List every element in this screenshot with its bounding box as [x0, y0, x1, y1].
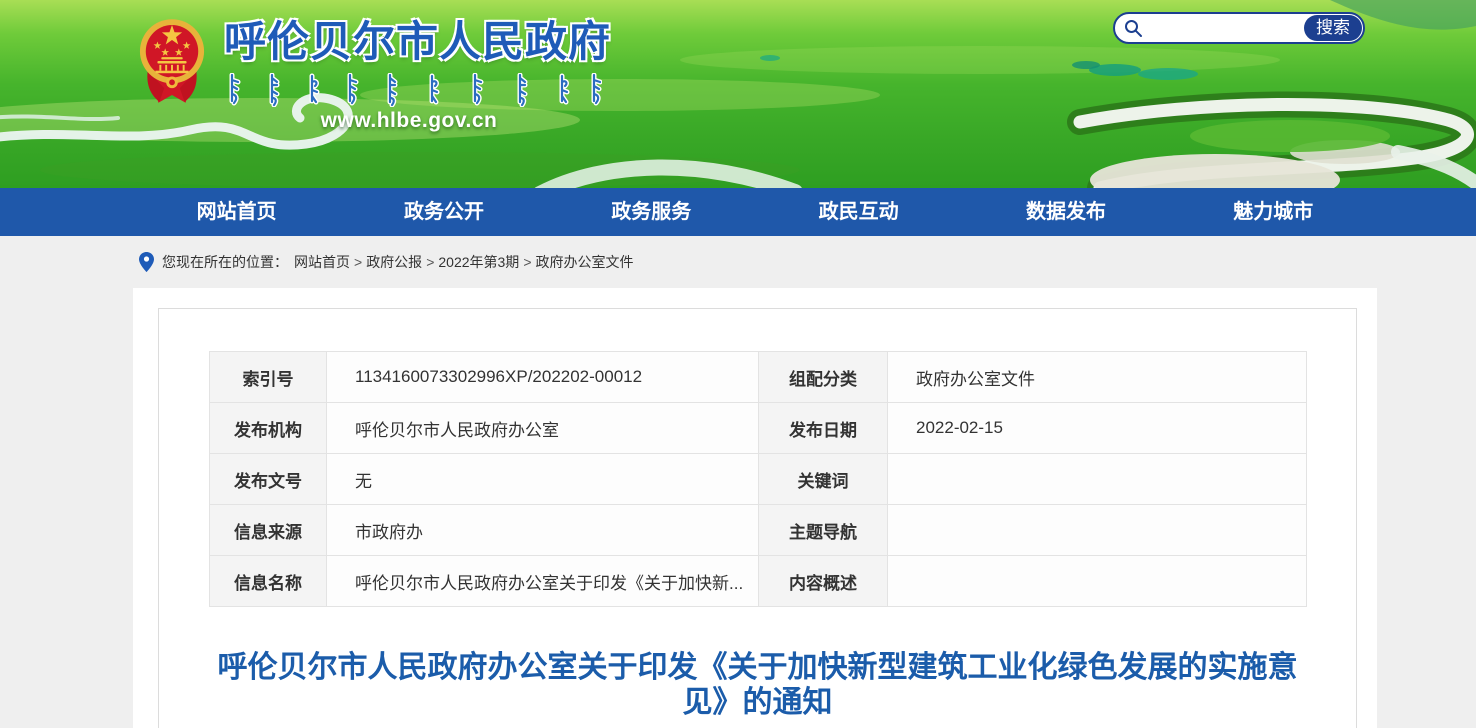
meta-label: 发布文号	[210, 454, 327, 505]
mongolian-script	[226, 73, 602, 107]
site-url: www.hlbe.gov.cn	[224, 109, 594, 133]
meta-table-row: 索引号1134160073302996XP/202202-00012组配分类政府…	[210, 352, 1307, 403]
meta-table-row: 信息名称呼伦贝尔市人民政府办公室关于印发《关于加快新...内容概述	[210, 556, 1307, 607]
nav-item-2[interactable]: 政务公开	[340, 188, 547, 236]
breadcrumb-item-3[interactable]: 2022年第3期	[438, 254, 519, 270]
breadcrumb-prefix: 您现在所在的位置：	[162, 252, 288, 272]
breadcrumb-separator: >	[426, 254, 434, 270]
brand-text: 呼伦贝尔市人民政府	[224, 8, 614, 133]
page: 呼伦贝尔市人民政府	[0, 0, 1476, 728]
breadcrumb: 您现在所在的位置： 网站首页>政府公报>2022年第3期>政府办公室文件	[0, 236, 1476, 288]
content-panel: 索引号1134160073302996XP/202202-00012组配分类政府…	[158, 308, 1357, 728]
breadcrumb-item-2[interactable]: 政府公报	[366, 254, 422, 270]
search-box: 搜索	[1113, 12, 1365, 44]
meta-label: 关键词	[759, 454, 888, 505]
meta-label: 主题导航	[759, 505, 888, 556]
breadcrumb-separator: >	[354, 254, 362, 270]
meta-table-row: 信息来源市政府办主题导航	[210, 505, 1307, 556]
meta-label: 内容概述	[759, 556, 888, 607]
meta-table-row: 发布文号无关键词	[210, 454, 1307, 505]
meta-value: 无	[327, 454, 759, 505]
nav-item-1[interactable]: 网站首页	[133, 188, 340, 236]
meta-value: 呼伦贝尔市人民政府办公室关于印发《关于加快新...	[327, 556, 759, 607]
national-emblem-logo	[138, 13, 206, 107]
breadcrumb-item-4[interactable]: 政府办公室文件	[536, 254, 634, 270]
breadcrumb-items: 网站首页>政府公报>2022年第3期>政府办公室文件	[294, 252, 634, 272]
meta-value: 政府办公室文件	[888, 352, 1307, 403]
meta-value: 2022-02-15	[888, 403, 1307, 454]
nav-item-3[interactable]: 政务服务	[548, 188, 755, 236]
search-button[interactable]: 搜索	[1304, 15, 1362, 41]
site-header: 呼伦贝尔市人民政府	[0, 0, 1476, 188]
meta-value	[888, 556, 1307, 607]
meta-label: 组配分类	[759, 352, 888, 403]
meta-table-row: 发布机构呼伦贝尔市人民政府办公室发布日期2022-02-15	[210, 403, 1307, 454]
meta-label: 索引号	[210, 352, 327, 403]
meta-label: 信息名称	[210, 556, 327, 607]
nav-item-4[interactable]: 政民互动	[755, 188, 962, 236]
site-title: 呼伦贝尔市人民政府	[224, 8, 614, 69]
meta-label: 信息来源	[210, 505, 327, 556]
location-pin-icon	[139, 252, 154, 272]
search-icon	[1124, 19, 1143, 38]
search-input[interactable]	[1149, 20, 1304, 37]
meta-value	[888, 454, 1307, 505]
meta-value: 市政府办	[327, 505, 759, 556]
nav-items: 网站首页政务公开政务服务政民互动数据发布魅力城市	[133, 188, 1377, 236]
meta-label: 发布日期	[759, 403, 888, 454]
meta-value: 呼伦贝尔市人民政府办公室	[327, 403, 759, 454]
meta-value	[888, 505, 1307, 556]
nav-item-6[interactable]: 魅力城市	[1170, 188, 1377, 236]
content-card: 索引号1134160073302996XP/202202-00012组配分类政府…	[133, 288, 1377, 728]
breadcrumb-separator: >	[523, 254, 531, 270]
nav-item-5[interactable]: 数据发布	[962, 188, 1169, 236]
meta-value: 1134160073302996XP/202202-00012	[327, 352, 759, 403]
breadcrumb-item-1[interactable]: 网站首页	[294, 254, 350, 270]
main-nav: 网站首页政务公开政务服务政民互动数据发布魅力城市	[0, 188, 1476, 236]
article-title: 呼伦贝尔市人民政府办公室关于印发《关于加快新型建筑工业化绿色发展的实施意见》的通…	[212, 650, 1304, 720]
site-brand: 呼伦贝尔市人民政府	[138, 8, 614, 133]
meta-label: 发布机构	[210, 403, 327, 454]
meta-table: 索引号1134160073302996XP/202202-00012组配分类政府…	[209, 351, 1307, 607]
